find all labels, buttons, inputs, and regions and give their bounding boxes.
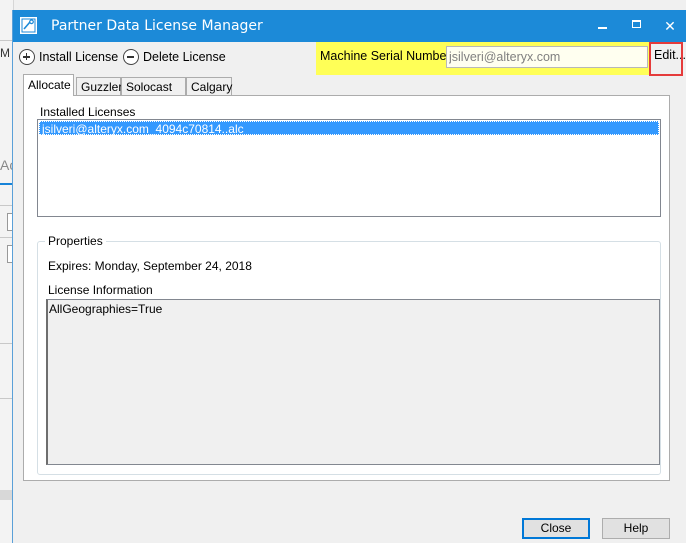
tab-calgary[interactable]: Calgary: [186, 77, 232, 95]
license-manager-dialog: Partner Data License Manager ✕ Install L…: [12, 10, 686, 543]
allocate-panel: Installed Licenses jsilveri@alteryx.com_…: [23, 95, 670, 481]
license-information-box[interactable]: AllGeographies=True: [46, 299, 660, 465]
properties-label: Properties: [45, 234, 106, 248]
close-window-button[interactable]: ✕: [653, 10, 686, 42]
installed-licenses-label: Installed Licenses: [40, 105, 136, 119]
license-app-icon: [20, 17, 37, 34]
maximize-icon: [632, 20, 641, 28]
license-information-label: License Information: [48, 283, 153, 297]
minimize-button[interactable]: [585, 10, 619, 42]
close-icon: ✕: [664, 18, 676, 34]
toolbar: Install License Delete License Machine S…: [13, 42, 686, 76]
properties-group: Properties Expires: Monday, September 24…: [37, 234, 661, 475]
tab-allocate[interactable]: Allocate: [23, 74, 74, 96]
close-button[interactable]: Close: [522, 518, 590, 539]
background-window-text: M: [0, 46, 10, 60]
tab-guzzler[interactable]: Guzzler: [76, 77, 122, 95]
delete-license-label: Delete License: [143, 50, 226, 64]
add-icon: [19, 49, 35, 65]
install-license-label: Install License: [39, 50, 119, 64]
edit-highlight-box: [649, 42, 683, 76]
delete-license-button[interactable]: Delete License: [123, 47, 226, 67]
title-bar[interactable]: Partner Data License Manager ✕: [13, 10, 686, 42]
expires-text: Expires: Monday, September 24, 2018: [48, 259, 252, 273]
installed-licenses-list[interactable]: jsilveri@alteryx.com_4094c70814..alc: [37, 119, 661, 217]
minimize-icon: [598, 27, 607, 29]
window-title: Partner Data License Manager: [51, 18, 263, 34]
list-item[interactable]: jsilveri@alteryx.com_4094c70814..alc: [39, 121, 659, 136]
maximize-button[interactable]: [620, 10, 654, 42]
machine-serial-label: Machine Serial Number: [320, 49, 451, 63]
remove-icon: [123, 49, 139, 65]
background-tab-underline: [0, 183, 12, 185]
machine-serial-field[interactable]: [446, 46, 648, 68]
help-button[interactable]: Help: [602, 518, 670, 539]
install-license-button[interactable]: Install License: [19, 47, 118, 67]
tab-solocast[interactable]: Solocast: [121, 77, 186, 95]
